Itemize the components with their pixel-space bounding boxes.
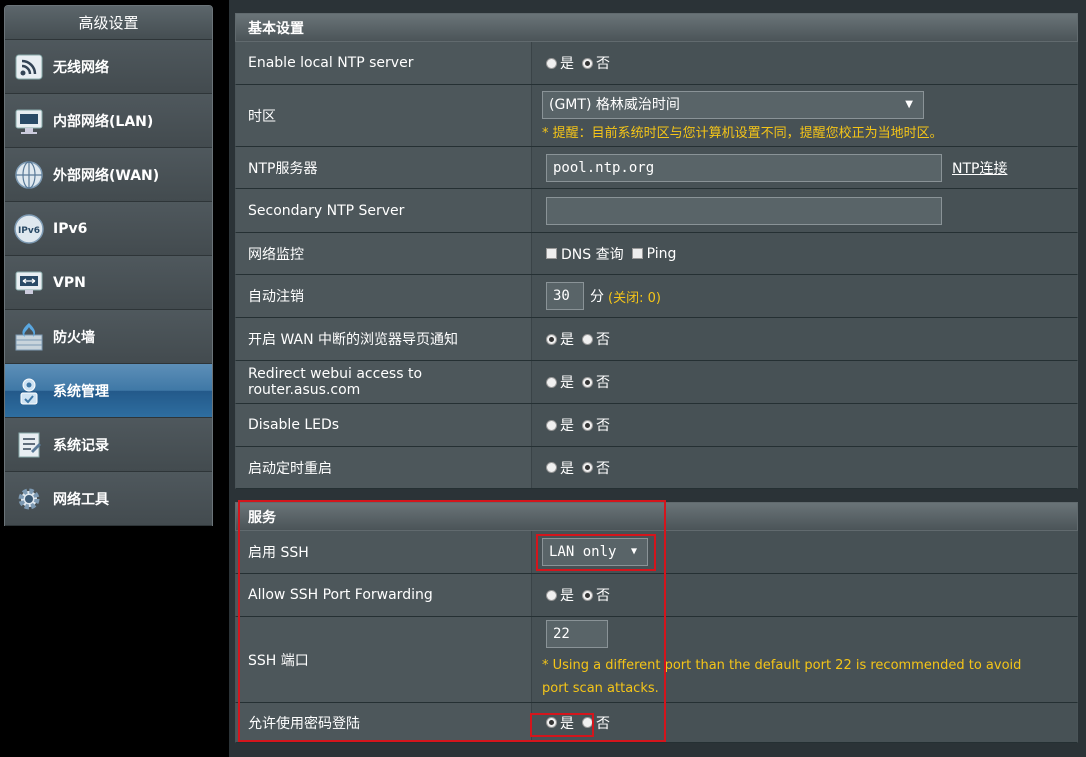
- row-scheduled-reboot: 启动定时重启 是 否: [235, 447, 1078, 489]
- vpn-icon: [11, 265, 47, 301]
- row-label: Secondary NTP Server: [236, 189, 532, 232]
- row-ssh-port-forwarding: Allow SSH Port Forwarding 是 否: [235, 574, 1078, 617]
- wireless-icon: [11, 49, 47, 85]
- ipv6-icon: IPv6: [11, 211, 47, 247]
- checkbox-dns[interactable]: DNS 查询: [546, 244, 624, 264]
- logout-note: (关闭: 0): [608, 290, 661, 306]
- sidebar-item-network-tools[interactable]: 网络工具: [5, 472, 212, 526]
- sidebar-item-firewall[interactable]: 防火墙: [5, 310, 212, 364]
- sidebar-item-label: IPv6: [53, 220, 88, 237]
- row-label: 启动定时重启: [236, 447, 532, 488]
- sidebar-item-label: 无线网络: [53, 59, 109, 76]
- checkbox-ping[interactable]: Ping: [631, 246, 676, 262]
- row-label: Enable local NTP server: [236, 42, 532, 84]
- ssh-select[interactable]: LAN only ▼: [542, 538, 648, 566]
- sidebar-item-label: 内部网络(LAN): [53, 113, 154, 130]
- timezone-note: * 提醒：目前系统时区与您计算机设置不同，提醒您校正为当地时区。: [542, 125, 943, 141]
- row-local-ntp: Enable local NTP server 是 否: [235, 42, 1078, 85]
- sidebar-title: 高级设置: [5, 6, 212, 40]
- row-label: 网络监控: [236, 233, 532, 274]
- globe-icon: [11, 157, 47, 193]
- row-label: Redirect webui access to router.asus.com: [236, 361, 532, 403]
- row-enable-ssh: 启用 SSH LAN only ▼: [235, 531, 1078, 574]
- radio-yes[interactable]: 是: [546, 458, 574, 478]
- svg-text:IPv6: IPv6: [18, 226, 40, 236]
- system-log-icon: [11, 427, 47, 463]
- radio-no[interactable]: 否: [582, 458, 610, 478]
- sidebar-item-system-admin[interactable]: 系统管理: [5, 364, 212, 418]
- ntp-link[interactable]: NTP连接: [952, 158, 1007, 178]
- section-title-service: 服务: [235, 502, 1078, 531]
- radio-yes[interactable]: 是: [546, 585, 574, 605]
- sidebar-item-lan[interactable]: 内部网络(LAN): [5, 94, 212, 148]
- network-tools-icon: [11, 481, 47, 517]
- sidebar-item-label: 外部网络(WAN): [53, 167, 160, 184]
- radio-yes[interactable]: 是: [546, 329, 574, 349]
- sidebar-item-label: 系统管理: [53, 383, 109, 400]
- row-auto-logout: 自动注销 30 分 (关闭: 0): [235, 275, 1078, 318]
- logout-input[interactable]: 30: [546, 282, 584, 310]
- sidebar-item-label: 系统记录: [53, 437, 109, 454]
- secondary-ntp-input[interactable]: [546, 196, 942, 225]
- basic-settings-table: 基本设置 Enable local NTP server 是 否 时区 (GMT…: [235, 13, 1078, 489]
- sidebar: 高级设置 无线网络 内部网络(LAN) 外部网络(WAN) IPv6 IPv6 …: [4, 5, 213, 526]
- lan-icon: [11, 103, 47, 139]
- sidebar-item-wireless[interactable]: 无线网络: [5, 40, 212, 94]
- row-timezone: 时区 (GMT) 格林威治时间 ▼ * 提醒：目前系统时区与您计算机设置不同，提醒…: [235, 85, 1078, 147]
- section-title-basic: 基本设置: [235, 13, 1078, 42]
- radio-no[interactable]: 否: [582, 713, 610, 733]
- radio-yes[interactable]: 是: [546, 415, 574, 435]
- radio-no[interactable]: 否: [582, 415, 610, 435]
- radio-yes[interactable]: 是: [546, 372, 574, 392]
- radio-yes[interactable]: 是: [546, 53, 574, 73]
- row-ntp-server: NTP服务器 pool.ntp.org NTP连接: [235, 147, 1078, 189]
- row-label: 开启 WAN 中断的浏览器导页通知: [236, 318, 532, 360]
- sidebar-item-ipv6[interactable]: IPv6 IPv6: [5, 202, 212, 256]
- row-disable-leds: Disable LEDs 是 否: [235, 404, 1078, 447]
- sidebar-item-vpn[interactable]: VPN: [5, 256, 212, 310]
- service-table: 服务 启用 SSH LAN only ▼ Allow SSH Port Forwa…: [235, 502, 1078, 743]
- row-password-login: 允许使用密码登陆 是 否: [235, 703, 1078, 743]
- radio-no[interactable]: 否: [582, 372, 610, 392]
- row-secondary-ntp: Secondary NTP Server: [235, 189, 1078, 233]
- sidebar-item-wan[interactable]: 外部网络(WAN): [5, 148, 212, 202]
- row-ssh-port: SSH 端口 22 * Using a different port than …: [235, 617, 1078, 703]
- row-redirect-webui: Redirect webui access to router.asus.com…: [235, 361, 1078, 404]
- row-network-monitor: 网络监控 DNS 查询 Ping: [235, 233, 1078, 275]
- radio-no[interactable]: 否: [582, 53, 610, 73]
- timezone-select[interactable]: (GMT) 格林威治时间 ▼: [542, 90, 924, 119]
- radio-no[interactable]: 否: [582, 329, 610, 349]
- sidebar-item-label: VPN: [53, 274, 86, 291]
- ssh-port-input[interactable]: 22: [546, 619, 608, 648]
- radio-no[interactable]: 否: [582, 585, 610, 605]
- radio-yes[interactable]: 是: [546, 713, 574, 733]
- row-label: SSH 端口: [236, 617, 532, 702]
- row-wan-notify: 开启 WAN 中断的浏览器导页通知 是 否: [235, 318, 1078, 361]
- row-label: 自动注销: [236, 275, 532, 317]
- main-panel: 基本设置 Enable local NTP server 是 否 时区 (GMT…: [229, 0, 1086, 757]
- row-label: 启用 SSH: [236, 531, 532, 573]
- sidebar-item-label: 网络工具: [53, 491, 109, 508]
- row-label: Disable LEDs: [236, 404, 532, 446]
- system-admin-icon: [11, 373, 47, 409]
- ntp-server-input[interactable]: pool.ntp.org: [546, 153, 942, 182]
- sidebar-item-system-log[interactable]: 系统记录: [5, 418, 212, 472]
- firewall-icon: [11, 319, 47, 355]
- row-label: NTP服务器: [236, 147, 532, 188]
- ssh-port-note: * Using a different port than the defaul…: [542, 657, 1022, 696]
- row-label: 允许使用密码登陆: [236, 703, 532, 742]
- row-label: Allow SSH Port Forwarding: [236, 574, 532, 616]
- row-label: 时区: [236, 85, 532, 146]
- logout-unit: 分: [590, 289, 604, 305]
- sidebar-item-label: 防火墙: [53, 329, 95, 346]
